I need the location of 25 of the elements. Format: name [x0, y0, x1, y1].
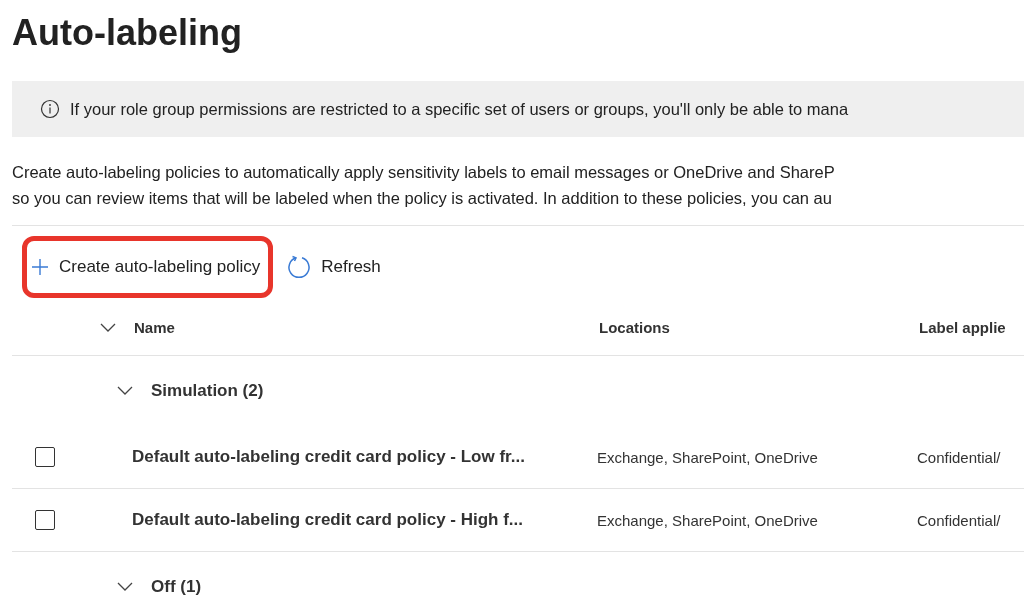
- chevron-down-icon[interactable]: [100, 322, 116, 333]
- description-line: Create auto-labeling policies to automatically apply sensitivity labels to email messages or OneDrive and ShareP: [12, 162, 836, 183]
- row-checkbox[interactable]: [35, 510, 55, 530]
- column-header[interactable]: Label applie: [919, 319, 1006, 336]
- create-policy-button[interactable]: Create auto-labeling policy: [22, 236, 274, 298]
- policy-name[interactable]: Default auto-labeling credit card policy - High f...: [132, 510, 597, 530]
- column-header[interactable]: Name: [134, 319, 599, 336]
- table-cell: Confidential/: [917, 511, 1001, 529]
- chevron-down-icon[interactable]: [117, 582, 133, 592]
- info-message: If your role group permissions are restricted to a specific set of users or groups, you'll only be able to mana: [70, 99, 849, 119]
- refresh-button[interactable]: Refresh: [279, 236, 393, 298]
- refresh-icon: [287, 255, 312, 279]
- table-cell: Confidential/: [917, 448, 1001, 466]
- page-title: Auto-labeling: [11, 11, 243, 55]
- group-label[interactable]: Off (1): [151, 577, 202, 597]
- policy-name[interactable]: Default auto-labeling credit card policy - Low fr...: [132, 447, 597, 467]
- chevron-down-icon[interactable]: [117, 386, 133, 396]
- table-cell-text: Exchange, SharePoint, OneDrive: [597, 448, 819, 466]
- row-checkbox[interactable]: [35, 447, 55, 467]
- plus-icon: [31, 258, 49, 276]
- table-cell-text: Exchange, SharePoint, OneDrive: [597, 511, 819, 529]
- info-icon: [40, 99, 60, 119]
- group-label[interactable]: Simulation (2): [151, 381, 264, 401]
- description-line: so you can review items that will be labeled when the policy is activated. In addition to these policies, you can au: [12, 188, 833, 209]
- column-header[interactable]: Locations: [599, 319, 919, 336]
